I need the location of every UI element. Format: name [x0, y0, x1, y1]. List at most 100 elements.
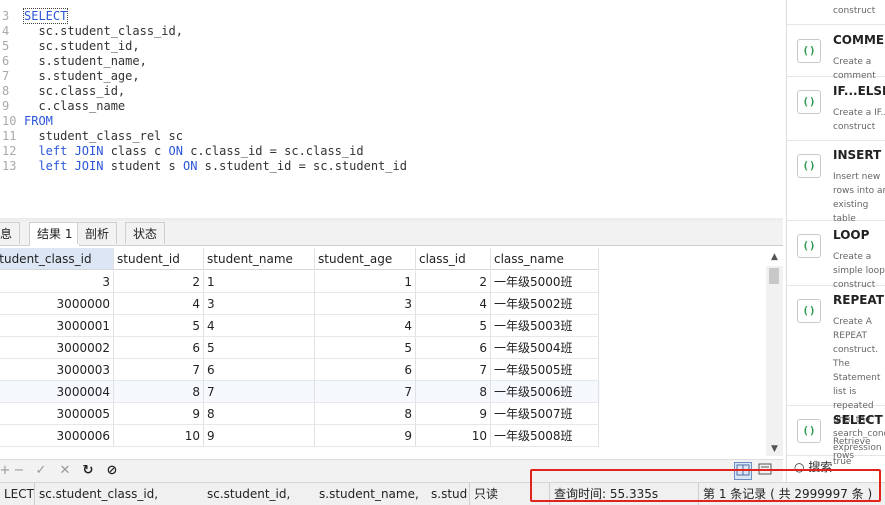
tab-status[interactable]: 状态: [125, 222, 166, 244]
table-row[interactable]: 3000004 8 7 7 8 一年级5006班: [0, 381, 600, 403]
table-cell[interactable]: 2: [114, 271, 204, 293]
table-cell[interactable]: 5: [114, 315, 204, 337]
discard-changes-icon[interactable]: ✕: [56, 462, 74, 480]
table-cell[interactable]: 2: [416, 271, 491, 293]
vertical-scrollbar[interactable]: ▲ ▼: [766, 252, 783, 456]
table-cell[interactable]: 6: [114, 337, 204, 359]
table-cell[interactable]: 8: [204, 403, 315, 425]
column-header[interactable]: student_id: [114, 248, 204, 270]
table-cell[interactable]: 3: [204, 293, 315, 315]
table-cell[interactable]: 9: [114, 403, 204, 425]
table-cell[interactable]: 8: [315, 403, 416, 425]
table-cell[interactable]: 1: [204, 271, 315, 293]
table-cell[interactable]: 4: [204, 315, 315, 337]
sql-keyword: FROM: [24, 114, 53, 128]
table-cell[interactable]: 一年级5007班: [491, 403, 599, 425]
table-cell[interactable]: 一年级5004班: [491, 337, 599, 359]
table-cell[interactable]: 7: [416, 359, 491, 381]
table-cell[interactable]: 一年级5008班: [491, 425, 599, 447]
table-cell[interactable]: 一年级5000班: [491, 271, 599, 293]
table-cell[interactable]: 7: [204, 381, 315, 403]
table-row[interactable]: 3000002 6 5 5 6 一年级5004班: [0, 337, 600, 359]
table-cell[interactable]: 5: [204, 337, 315, 359]
table-cell[interactable]: 6: [204, 359, 315, 381]
code-line[interactable]: 4 sc.student_class_id,: [0, 24, 183, 39]
table-cell[interactable]: 6: [416, 337, 491, 359]
table-cell[interactable]: 3000004: [0, 381, 114, 403]
scroll-down-icon[interactable]: ▼: [766, 444, 783, 454]
code-line[interactable]: 3 SELECT: [0, 8, 69, 24]
refresh-icon[interactable]: ↻: [79, 462, 97, 480]
table-cell[interactable]: 4: [315, 315, 416, 337]
tab-message[interactable]: 息: [0, 222, 21, 244]
code-line[interactable]: 12 left JOIN class c ON c.class_id = sc.…: [0, 144, 364, 159]
table-cell[interactable]: 3: [0, 271, 114, 293]
column-header[interactable]: class_id: [416, 248, 491, 270]
code-line[interactable]: 9 c.class_name: [0, 99, 125, 114]
table-row[interactable]: 3000006 10 9 9 10 一年级5008班: [0, 425, 600, 447]
code-line[interactable]: 6 s.student_name,: [0, 54, 147, 69]
table-row[interactable]: 3000000 4 3 3 4 一年级5002班: [0, 293, 600, 315]
code-line[interactable]: 11 student_class_rel sc: [0, 129, 183, 144]
snippet-item[interactable]: () INSERT S Insert new rows into an existi…: [787, 140, 885, 224]
scroll-thumb[interactable]: [769, 268, 779, 284]
table-cell[interactable]: 3000001: [0, 315, 114, 337]
table-cell[interactable]: 5: [416, 315, 491, 337]
table-cell[interactable]: 3000006: [0, 425, 114, 447]
code-line[interactable]: 7 s.student_age,: [0, 69, 140, 84]
apply-changes-icon[interactable]: ✓: [32, 462, 50, 480]
table-row[interactable]: 3000001 5 4 4 5 一年级5003班: [0, 315, 600, 337]
table-cell[interactable]: 9: [315, 425, 416, 447]
table-cell[interactable]: 3000000: [0, 293, 114, 315]
table-cell[interactable]: 7: [114, 359, 204, 381]
result-tabs: 息 结果 1 剖析 状态: [0, 221, 783, 246]
table-cell[interactable]: 一年级5005班: [491, 359, 599, 381]
snippet-item[interactable]: () LOOP Create a simple loop construct: [787, 220, 885, 290]
snippet-item[interactable]: () IF...ELSE... Create a IF... construct: [787, 76, 885, 141]
table-row[interactable]: 3 2 1 1 2 一年级5000班: [0, 271, 600, 293]
column-header[interactable]: student_age: [315, 248, 416, 270]
stop-icon[interactable]: ⊘: [103, 462, 121, 480]
table-cell[interactable]: 一年级5006班: [491, 381, 599, 403]
table-cell[interactable]: 3: [315, 293, 416, 315]
status-col-3: s.student_name,: [319, 487, 419, 501]
snippet-item[interactable]: ()COMMENTCreate a comment: [787, 25, 885, 81]
table-row[interactable]: 3000005 9 8 8 9 一年级5007班: [0, 403, 600, 425]
table-cell[interactable]: 1: [315, 271, 416, 293]
table-cell[interactable]: 9: [416, 403, 491, 425]
table-cell[interactable]: 一年级5003班: [491, 315, 599, 337]
table-cell[interactable]: 4: [114, 293, 204, 315]
code-line[interactable]: 13 left JOIN student s ON s.student_id =…: [0, 159, 407, 174]
line-number: 9: [2, 99, 10, 113]
column-header[interactable]: student_name: [204, 248, 315, 270]
snippet-partial[interactable]: construct: [787, 0, 885, 25]
column-header[interactable]: class_name: [491, 248, 599, 270]
table-cell[interactable]: 8: [416, 381, 491, 403]
snippet-item[interactable]: () REPEAT Create A REPEAT construct. The S…: [787, 285, 885, 467]
table-cell[interactable]: 一年级5002班: [491, 293, 599, 315]
table-cell[interactable]: 9: [204, 425, 315, 447]
tab-result-1[interactable]: 结果 1: [29, 222, 81, 246]
table-cell[interactable]: 4: [416, 293, 491, 315]
table-cell[interactable]: 3000002: [0, 337, 114, 359]
table-row[interactable]: 3000003 7 6 6 7 一年级5005班: [0, 359, 600, 381]
table-cell[interactable]: 3000005: [0, 403, 114, 425]
tab-profile[interactable]: 剖析: [77, 222, 118, 244]
delete-record-icon[interactable]: −: [10, 462, 28, 480]
table-cell[interactable]: 8: [114, 381, 204, 403]
code-line[interactable]: 10 FROM: [0, 114, 53, 129]
table-cell[interactable]: 5: [315, 337, 416, 359]
column-header[interactable]: student_class_id: [0, 248, 114, 270]
scroll-up-icon[interactable]: ▲: [766, 252, 783, 262]
table-cell[interactable]: 10: [114, 425, 204, 447]
table-cell[interactable]: 10: [416, 425, 491, 447]
table-cell[interactable]: 7: [315, 381, 416, 403]
code-line[interactable]: 5 sc.student_id,: [0, 39, 140, 54]
result-grid[interactable]: student_class_id student_id student_name st…: [0, 248, 766, 448]
table-cell[interactable]: 6: [315, 359, 416, 381]
sql-editor[interactable]: 3 SELECT 4 sc.student_class_id, 5 sc.studen…: [0, 0, 783, 218]
snippet-item[interactable]: () SELECT S Retrieve rows: [787, 405, 885, 461]
code-line[interactable]: 8 sc.class_id,: [0, 84, 125, 99]
table-cell[interactable]: 3000003: [0, 359, 114, 381]
